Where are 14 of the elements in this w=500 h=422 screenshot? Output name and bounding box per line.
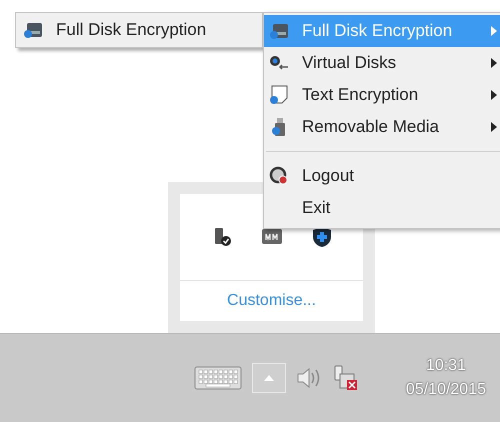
- clock-date: 05/10/2015: [406, 381, 486, 399]
- speaker-icon[interactable]: [296, 367, 322, 389]
- clock-time: 10:31: [426, 357, 466, 375]
- menu-item[interactable]: Removable Media: [264, 111, 500, 143]
- note-icon: [268, 84, 290, 106]
- menu-item[interactable]: Logout: [264, 160, 500, 192]
- keyboard-icon[interactable]: [194, 366, 242, 390]
- menu-item[interactable]: Virtual Disks: [264, 47, 500, 79]
- up-arrow-icon: [264, 375, 274, 381]
- logout-icon: [268, 165, 290, 187]
- menu-item[interactable]: Text Encryption: [264, 79, 500, 111]
- network-error-icon[interactable]: [332, 364, 360, 392]
- menu-item[interactable]: Full Disk Encryption: [22, 14, 256, 46]
- menu-item[interactable]: Exit: [264, 192, 500, 224]
